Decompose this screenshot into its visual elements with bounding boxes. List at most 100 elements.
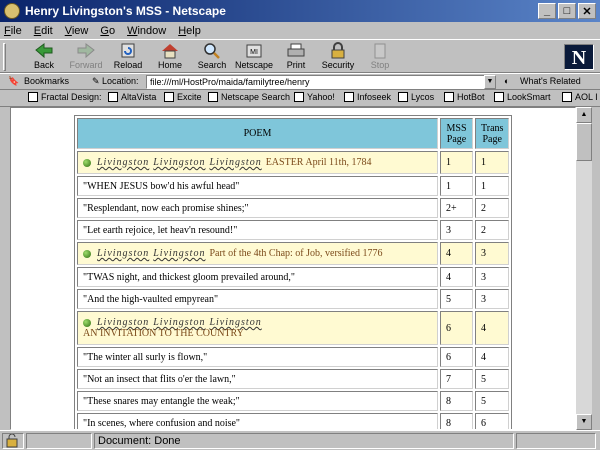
trans-page-cell: 1 <box>475 151 510 174</box>
header-trans-page: Trans Page <box>475 118 510 149</box>
security-button[interactable]: Security <box>318 42 358 70</box>
close-button[interactable]: ✕ <box>578 3 596 19</box>
mss-page-cell: 8 <box>440 391 473 411</box>
signature-image: Livingston <box>97 157 150 168</box>
bookmark-excite[interactable]: Excite <box>164 92 202 102</box>
table-row: "WHEN JESUS bow'd his awful head" 1 1 <box>77 176 510 196</box>
bookmark-lycos[interactable]: Lycos <box>398 92 434 102</box>
bookmark-looksmart[interactable]: LookSmart <box>494 92 551 102</box>
manuscript-table: POEM MSS Page Trans Page Livingston Livin… <box>74 115 513 429</box>
bullet-icon <box>83 249 91 258</box>
bookmark-icon <box>28 92 38 102</box>
menu-file[interactable]: File <box>4 25 22 37</box>
minimize-button[interactable]: _ <box>538 3 556 19</box>
trans-page-cell: 1 <box>475 176 510 196</box>
mss-page-cell: 2+ <box>440 198 473 218</box>
content-left-frame <box>0 107 10 430</box>
status-text: Document: Done <box>94 433 514 449</box>
home-button[interactable]: Home <box>150 42 190 70</box>
url-field[interactable]: file:///ml/HostPro/maida/familytree/henr… <box>146 75 486 89</box>
menu-go[interactable]: Go <box>100 25 115 37</box>
menu-help[interactable]: Help <box>178 25 201 37</box>
table-header-row: POEM MSS Page Trans Page <box>77 118 510 149</box>
stop-button[interactable]: Stop <box>360 42 400 70</box>
svg-text:MI: MI <box>250 49 258 56</box>
scroll-up-arrow[interactable]: ▲ <box>576 107 592 123</box>
component-bar <box>516 433 596 449</box>
table-row: Livingston Livingston Livingston AN INVITAT… <box>77 311 510 345</box>
maximize-button[interactable]: □ <box>558 3 576 19</box>
poem-cell: Livingston Livingston Livingston AN INVITAT… <box>77 311 438 345</box>
menu-edit[interactable]: Edit <box>34 25 53 37</box>
print-button[interactable]: Print <box>276 42 316 70</box>
page-content[interactable]: POEM MSS Page Trans Page Livingston Livin… <box>10 107 576 430</box>
trans-page-cell: 3 <box>475 242 510 265</box>
whats-related-button[interactable]: What's Related <box>520 76 581 86</box>
netscape-logo[interactable]: N <box>564 44 594 70</box>
bookmark-altavista[interactable]: AltaVista <box>108 92 156 102</box>
bookmark-icon <box>294 92 304 102</box>
signature-image: Livingston <box>153 157 206 168</box>
search-button[interactable]: Search <box>192 42 232 70</box>
bookmarks-button[interactable]: Bookmarks <box>24 76 69 86</box>
stop-label: Stop <box>370 60 390 70</box>
reload-button[interactable]: Reload <box>108 42 148 70</box>
menu-window[interactable]: Window <box>127 25 166 37</box>
title-bar: Henry Livingston's MSS - Netscape _ □ ✕ <box>0 0 600 22</box>
forward-button[interactable]: Forward <box>66 42 106 70</box>
vertical-scrollbar[interactable]: ▲ ▼ <box>576 107 592 430</box>
menu-bar: File Edit View Go Window Help <box>0 22 600 39</box>
table-row: Livingston Livingston Livingston EASTER Apr… <box>77 151 510 174</box>
signature-image: Livingston <box>97 248 150 259</box>
bookmark-infoseek[interactable]: Infoseek <box>344 92 391 102</box>
bookmark-label: Excite <box>177 92 202 102</box>
bookmark-label: Infoseek <box>357 92 392 102</box>
poem-cell: "And the high-vaulted empyrean" <box>77 289 438 309</box>
bookmark-icon <box>398 92 408 102</box>
lock-icon <box>331 42 345 59</box>
progress-meter <box>26 433 92 449</box>
reload-label: Reload <box>113 60 143 70</box>
location-icon: ✎ <box>92 76 100 86</box>
bookmarks-icon[interactable]: 🔖 <box>8 76 19 87</box>
netscape-button[interactable]: MI Netscape <box>234 42 274 70</box>
forward-arrow-icon <box>77 43 95 59</box>
table-row: "And the high-vaulted empyrean" 5 3 <box>77 289 510 309</box>
security-status-icon[interactable] <box>2 433 24 449</box>
table-row: "The winter all surly is flown," 6 4 <box>77 347 510 367</box>
bookmark-yahoo[interactable]: Yahoo! <box>294 92 335 102</box>
poem-cell: "In scenes, where confusion and noise" <box>77 413 438 429</box>
print-icon <box>287 43 305 57</box>
bookmark-label: AOL I <box>575 92 598 102</box>
bookmark-aol[interactable]: AOL I <box>562 92 598 102</box>
signature-image: Livingston <box>209 317 262 328</box>
bookmark-icon <box>108 92 118 102</box>
bookmark-label: Netscape Search <box>221 92 291 102</box>
scroll-down-arrow[interactable]: ▼ <box>576 414 592 430</box>
signature-image: Livingston <box>153 317 206 328</box>
scroll-thumb[interactable] <box>576 123 592 161</box>
bookmark-label: Lycos <box>411 92 435 102</box>
bookmark-fractal-design[interactable]: Fractal Design: <box>28 92 102 102</box>
bookmark-icon <box>344 92 354 102</box>
signature-image: Livingston <box>209 157 262 168</box>
bookmark-hotbot[interactable]: HotBot <box>444 92 485 102</box>
whats-related-icon[interactable]: ◐ <box>504 76 509 86</box>
location-label: Location: <box>102 76 139 86</box>
search-label: Search <box>197 60 227 70</box>
toolbar-grip[interactable] <box>3 43 6 71</box>
bookmark-icon <box>164 92 174 102</box>
bookmark-netscape-search[interactable]: Netscape Search <box>208 92 290 102</box>
trans-page-cell: 5 <box>475 391 510 411</box>
url-dropdown-arrow[interactable]: ▼ <box>484 75 496 89</box>
menu-view[interactable]: View <box>65 25 89 37</box>
header-poem: POEM <box>77 118 438 149</box>
trans-page-cell: 3 <box>475 289 510 309</box>
search-icon <box>204 43 220 59</box>
mss-page-cell: 7 <box>440 369 473 389</box>
signature-image: Livingston <box>97 317 150 328</box>
bookmark-icon <box>562 92 572 102</box>
back-button[interactable]: Back <box>24 42 64 70</box>
poem-cell: "TWAS night, and thickest gloom prevaile… <box>77 267 438 287</box>
poem-cell: "These snares may entangle the weak;" <box>77 391 438 411</box>
